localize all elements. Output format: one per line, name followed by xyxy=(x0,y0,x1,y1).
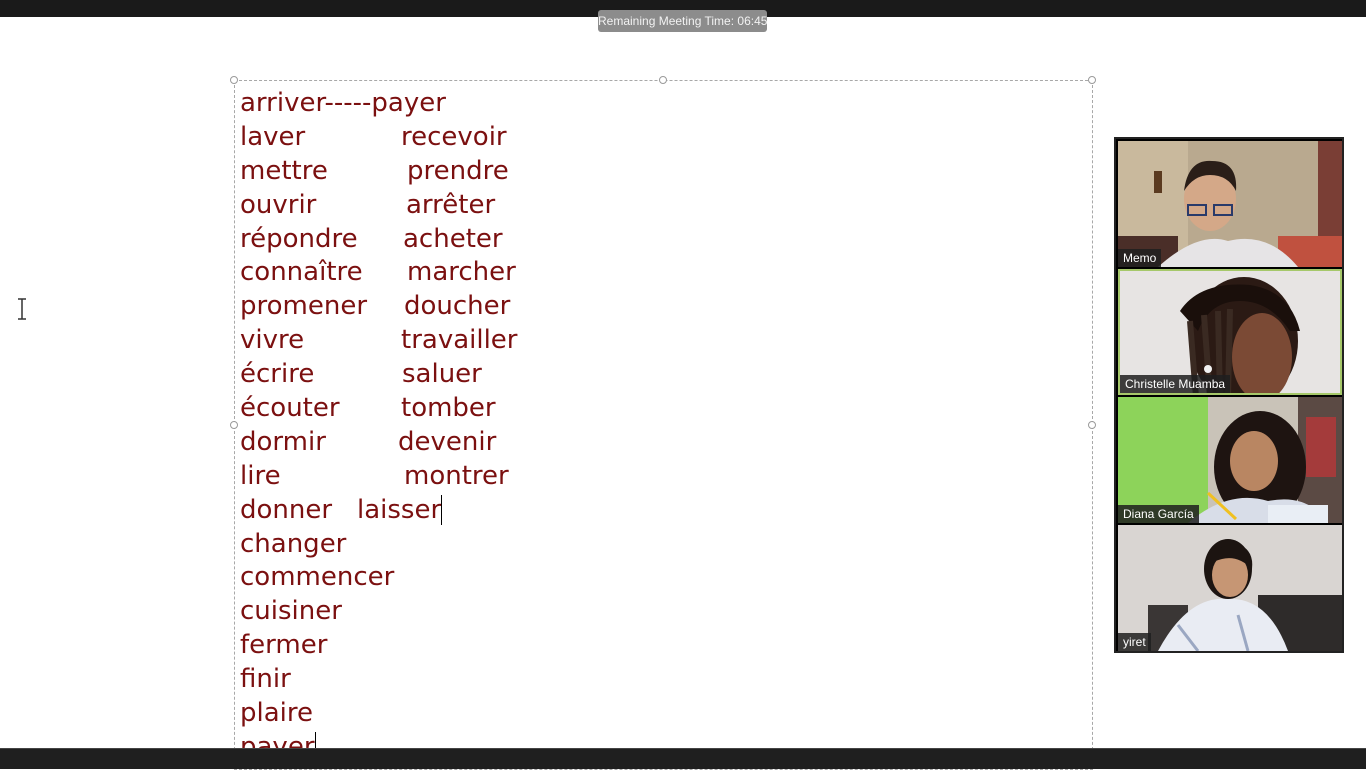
verb-line: vivre travailler xyxy=(240,324,518,358)
verb-line: connaître marcher xyxy=(240,256,516,290)
participant-name: Christelle Muamba xyxy=(1120,375,1231,393)
verb-left: ouvrir xyxy=(240,189,317,220)
verb-right: montrer xyxy=(404,460,509,491)
resize-handle-middle-left[interactable] xyxy=(230,421,238,429)
verb-right: acheter xyxy=(403,223,503,254)
verb-right: prendre xyxy=(407,155,509,186)
verb-line: ouvrir arrêter xyxy=(240,189,495,223)
verb-left: dormir xyxy=(240,426,326,457)
participant-video xyxy=(1118,525,1342,651)
verb-line: dormir devenir xyxy=(240,426,496,460)
verb-right: arrêter xyxy=(406,189,496,220)
video-tile-yiret[interactable]: yiret xyxy=(1118,525,1342,651)
verb-left: arriver-----payer xyxy=(240,88,446,118)
verb-left: vivre xyxy=(240,325,305,356)
verb-left: écouter xyxy=(240,393,340,424)
verb-line: arriver-----payer xyxy=(240,87,446,121)
video-tile-christelle-muamba[interactable]: Christelle Muamba xyxy=(1118,269,1342,395)
verb-left: donner xyxy=(240,494,333,525)
text-cursor-icon xyxy=(16,298,28,320)
resize-handle-top-left[interactable] xyxy=(230,76,238,84)
verb-left: cuisiner xyxy=(240,596,342,627)
video-tile-memo[interactable]: Memo xyxy=(1118,141,1342,267)
verb-line: fermer xyxy=(240,629,446,663)
verb-line: plaire xyxy=(240,697,446,731)
verb-left: commencer xyxy=(240,562,395,593)
participant-name: Diana García xyxy=(1118,505,1199,523)
verb-left: lire xyxy=(240,460,281,491)
bottom-bar xyxy=(0,748,1366,769)
verb-right: doucher xyxy=(404,291,511,322)
resize-handle-middle-right[interactable] xyxy=(1088,421,1096,429)
verb-left: plaire xyxy=(240,698,313,729)
verb-line: écrire saluer xyxy=(240,358,482,392)
resize-handle-top-center[interactable] xyxy=(659,76,667,84)
resize-handle-top-right[interactable] xyxy=(1088,76,1096,84)
verb-left: connaître xyxy=(240,257,363,288)
verb-right: recevoir xyxy=(401,121,507,152)
verb-line: répondre acheter xyxy=(240,223,503,257)
verb-left: promener xyxy=(240,291,368,322)
verb-left: finir xyxy=(240,664,291,695)
verb-left: fermer xyxy=(240,630,328,661)
verb-left: répondre xyxy=(240,223,358,254)
verb-right: laisser xyxy=(357,494,442,525)
verb-left: laver xyxy=(240,121,306,152)
verb-line: cuisiner xyxy=(240,595,446,629)
verb-right: travailler xyxy=(401,325,518,356)
verb-line: mettre prendre xyxy=(240,155,509,189)
verb-right: devenir xyxy=(398,426,497,457)
verb-left: écrire xyxy=(240,359,315,390)
verb-right: tomber xyxy=(401,393,496,424)
verb-right: saluer xyxy=(402,359,482,390)
video-gallery-panel: Memo Christelle Muamba Diana García yire… xyxy=(1114,137,1344,653)
video-tile-diana-garcia[interactable]: Diana García xyxy=(1118,397,1342,523)
verb-line: donner laisser xyxy=(240,494,446,528)
verb-line: laver recevoir xyxy=(240,121,507,155)
verb-left: mettre xyxy=(240,155,328,186)
verb-line: commencer xyxy=(240,561,446,595)
remaining-meeting-time: Remaining Meeting Time: 06:45 xyxy=(598,10,767,32)
participant-name: yiret xyxy=(1118,633,1151,651)
verb-line: lire montrer xyxy=(240,460,509,494)
participant-name: Memo xyxy=(1118,249,1162,267)
verb-line: changer xyxy=(240,528,446,562)
verb-left: changer xyxy=(240,528,347,559)
text-caret xyxy=(441,495,443,526)
verb-line: promener doucher xyxy=(240,290,510,324)
verb-line: finir xyxy=(240,663,446,697)
verb-list: arriver-----payer laver recevoir mettre pr… xyxy=(240,87,518,765)
verb-line: écouter tomber xyxy=(240,392,496,426)
verb-right: marcher xyxy=(407,257,516,288)
